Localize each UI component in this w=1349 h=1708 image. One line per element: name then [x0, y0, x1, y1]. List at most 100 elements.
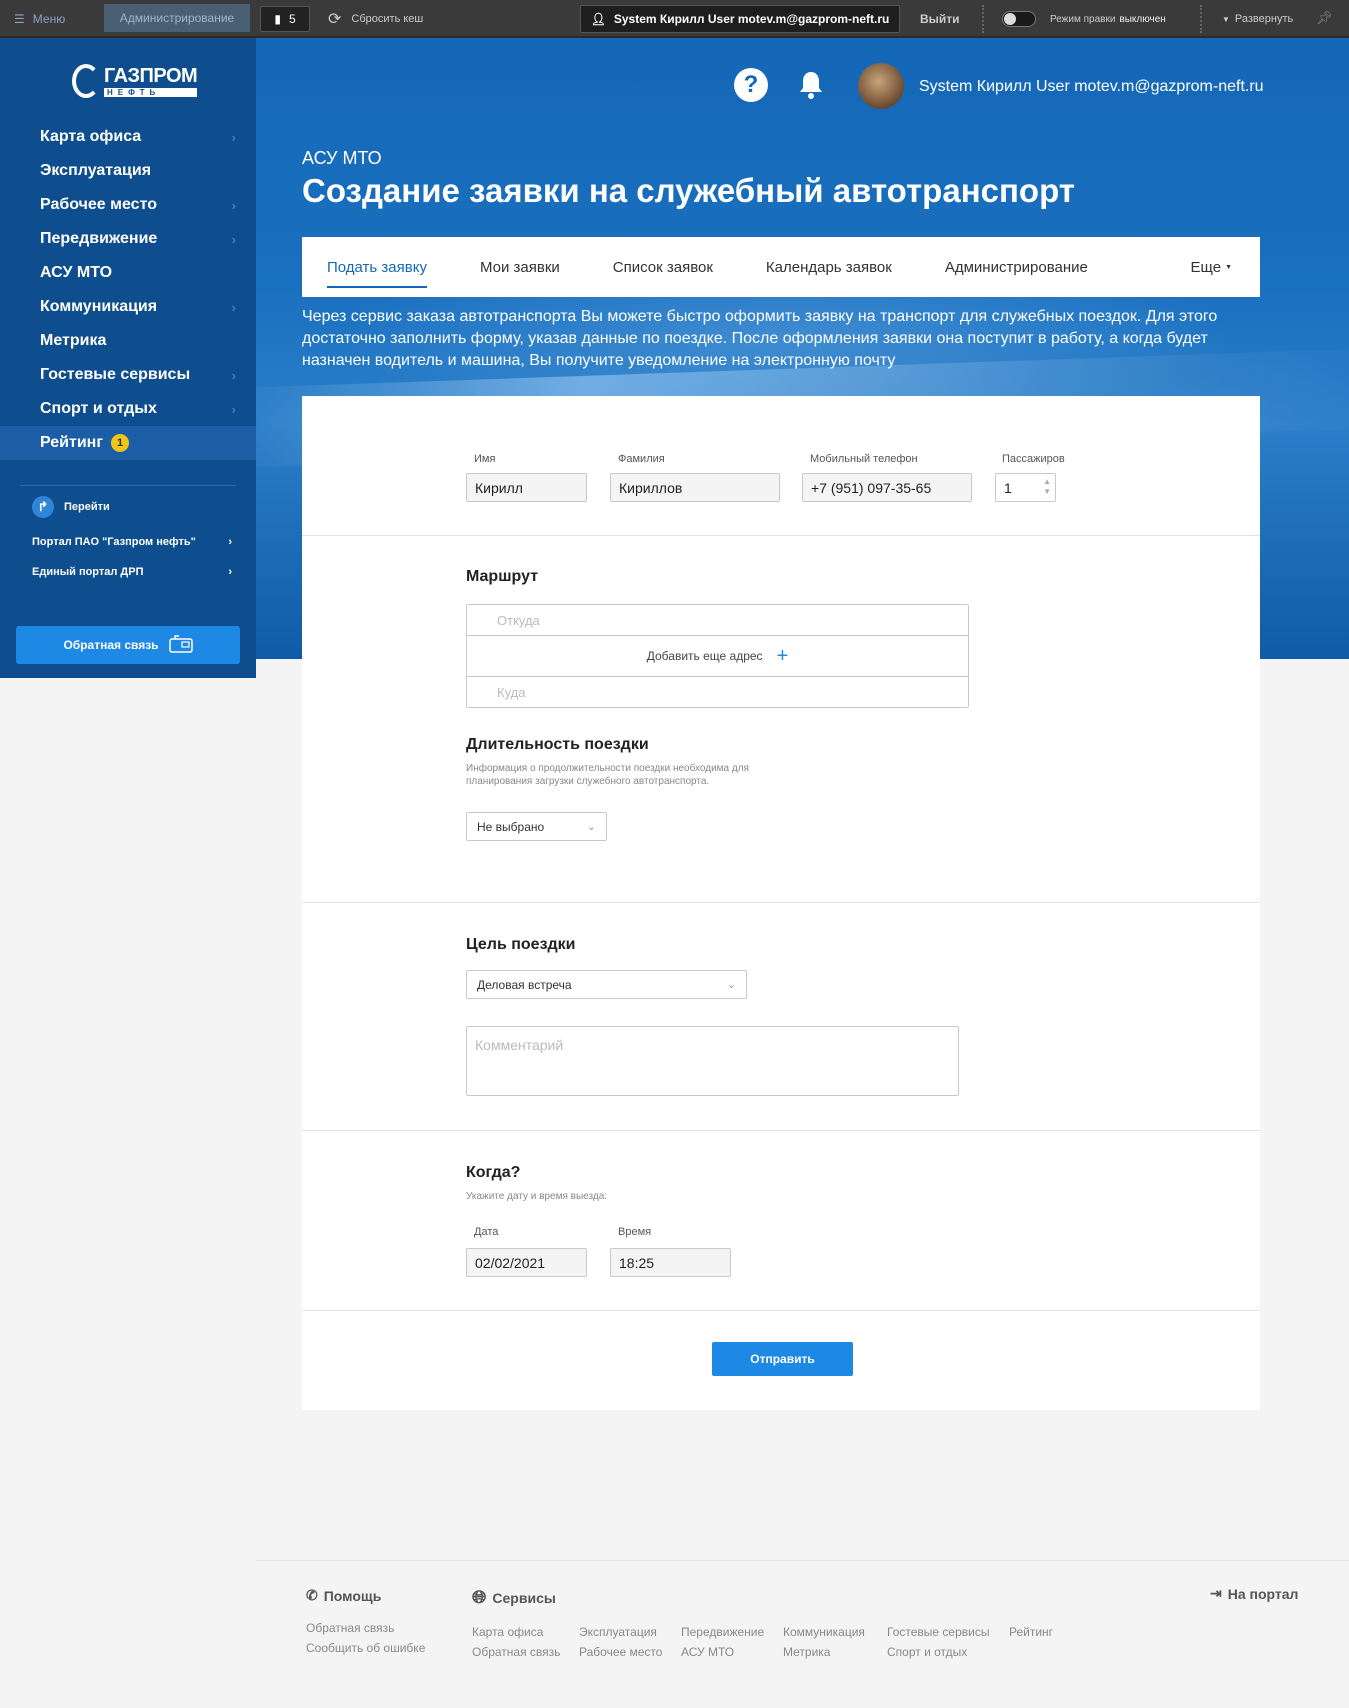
- tab-request-calendar[interactable]: Календарь заявок: [766, 237, 892, 297]
- user-button[interactable]: 👤︎ System Кирилл User motev.m@gazprom-ne…: [580, 5, 900, 33]
- footer-help-label: Помощь: [323, 1587, 382, 1604]
- to-portal-label: На портал: [1227, 1585, 1299, 1602]
- edit-mode-state: выключен: [1119, 13, 1166, 25]
- gazprom-logo[interactable]: ГАЗПРОМ НЕФТЬ: [72, 60, 198, 102]
- logout-button[interactable]: Выйти: [920, 0, 960, 38]
- chevron-right-icon: ›: [228, 536, 232, 548]
- help-icon[interactable]: ?: [734, 68, 768, 102]
- expand-button[interactable]: ▼ Развернуть: [1222, 0, 1293, 38]
- sidebar-link-drp-portal[interactable]: Единый портал ДРП ›: [32, 566, 232, 578]
- to-input[interactable]: Куда: [467, 677, 968, 707]
- duration-select[interactable]: Не выбрано ⌄: [466, 812, 607, 841]
- footer-link[interactable]: Сообщить об ошибке: [306, 1641, 425, 1655]
- sidebar-item-transport[interactable]: Передвижение ›: [0, 222, 256, 256]
- reset-cache-button[interactable]: ⟳ Сбросить кеш: [328, 0, 423, 38]
- purpose-value: Деловая встреча: [477, 977, 572, 992]
- footer-link[interactable]: Обратная связь: [306, 1621, 394, 1635]
- footer-link[interactable]: Коммуникация: [783, 1625, 865, 1639]
- duration-hint: Информация о продолжительности поездки н…: [466, 763, 749, 787]
- last-name-label: Фамилия: [618, 453, 665, 465]
- footer-link[interactable]: Гостевые сервисы: [887, 1625, 989, 1639]
- sidebar-item-label: Рабочее место: [40, 196, 157, 213]
- flame-logo-icon: [72, 64, 100, 98]
- expand-label: Развернуть: [1234, 13, 1294, 25]
- pin-icon[interactable]: 📌︎: [1316, 10, 1333, 26]
- mailbox-icon: [168, 634, 193, 656]
- chevron-right-icon: ›: [231, 367, 236, 383]
- breadcrumb[interactable]: АСУ МТО: [302, 148, 382, 169]
- notifications-counter[interactable]: ▮ 5: [260, 6, 310, 32]
- sidebar-item-rating[interactable]: Рейтинг 1: [0, 426, 256, 460]
- sidebar-item-operation[interactable]: Эксплуатация: [0, 154, 256, 188]
- footer-link[interactable]: Рейтинг: [1009, 1625, 1053, 1639]
- when-title: Когда?: [466, 1164, 521, 1181]
- passengers-stepper[interactable]: 1 ▲ ▼: [995, 473, 1056, 502]
- duration-title: Длительность поездки: [466, 736, 649, 753]
- bell-icon[interactable]: [794, 68, 828, 102]
- user-label: System Кирилл User motev.m@gazprom-neft.…: [613, 12, 890, 26]
- menu-button[interactable]: ☰ Меню: [14, 0, 65, 38]
- rating-badge: 1: [111, 433, 130, 452]
- time-label: Время: [618, 1226, 652, 1238]
- footer-link[interactable]: Карта офиса: [472, 1625, 543, 1639]
- to-portal-link[interactable]: ⇥ На портал: [1210, 1585, 1298, 1602]
- edit-mode-toggle[interactable]: [1002, 11, 1036, 27]
- add-address-label: Добавить еще адрес: [646, 649, 763, 663]
- sidebar-item-label: Рейтинг: [40, 434, 104, 452]
- toggle-knob: [1004, 13, 1016, 25]
- footer-link[interactable]: Метрика: [783, 1645, 830, 1659]
- tab-more[interactable]: Еще ▼: [1191, 237, 1232, 297]
- sidebar-item-label: Гостевые сервисы: [40, 366, 191, 383]
- stepper-arrows-icon[interactable]: ▲ ▼: [1043, 477, 1051, 497]
- tab-my-requests[interactable]: Мои заявки: [480, 237, 560, 297]
- route-box: Откуда Добавить еще адрес + Куда: [466, 604, 969, 708]
- go-label: Перейти: [64, 501, 110, 513]
- sidebar-item-asu-mto[interactable]: АСУ МТО: [0, 256, 256, 290]
- chevron-right-icon: ›: [231, 129, 236, 145]
- sidebar-item-office-map[interactable]: Карта офиса ›: [0, 120, 256, 154]
- tab-administration[interactable]: Администрирование: [945, 237, 1088, 297]
- first-name-field[interactable]: Кирилл: [466, 473, 587, 502]
- sidebar: ГАЗПРОМ НЕФТЬ Карта офиса › Эксплуатация …: [0, 38, 256, 678]
- footer-link[interactable]: Передвижение: [681, 1625, 764, 1639]
- submit-button[interactable]: Отправить: [712, 1342, 853, 1376]
- sidebar-item-metrics[interactable]: Метрика: [0, 324, 256, 358]
- sidebar-item-communication[interactable]: Коммуникация ›: [0, 290, 256, 324]
- intro-text: Через сервис заказа автотранспорта Вы мо…: [302, 308, 1218, 369]
- from-input[interactable]: Откуда: [467, 605, 968, 636]
- comment-textarea[interactable]: Комментарий: [466, 1026, 959, 1096]
- time-field[interactable]: 18:25: [610, 1248, 731, 1277]
- footer-link[interactable]: АСУ МТО: [681, 1645, 734, 1659]
- user-icon: 👤︎: [590, 12, 606, 26]
- footer-link[interactable]: Рабочее место: [579, 1645, 662, 1659]
- tab-submit-request[interactable]: Подать заявку: [327, 237, 427, 297]
- go-section-title: ↱ Перейти: [32, 496, 110, 518]
- link-label: Портал ПАО "Газпром нефть": [32, 536, 196, 548]
- footer-link[interactable]: Спорт и отдых: [887, 1645, 967, 1659]
- avatar[interactable]: [858, 63, 904, 109]
- footer-link[interactable]: Эксплуатация: [579, 1625, 657, 1639]
- sidebar-item-label: Спорт и отдых: [40, 400, 157, 417]
- footer-link[interactable]: Обратная связь: [472, 1645, 560, 1659]
- sidebar-item-guest-services[interactable]: Гостевые сервисы ›: [0, 358, 256, 392]
- admin-button[interactable]: Администрирование: [104, 4, 250, 32]
- top-toolbar: ☰ Меню Администрирование ▮ 5 ⟳ Сбросить …: [0, 0, 1349, 38]
- route-title: Маршрут: [466, 568, 539, 585]
- feedback-button[interactable]: Обратная связь: [16, 626, 240, 664]
- footer-services-label: Сервисы: [492, 1589, 556, 1606]
- last-name-field[interactable]: Кириллов: [610, 473, 780, 502]
- reset-cache-label: Сбросить кеш: [351, 13, 424, 25]
- tab-bar: Подать заявку Мои заявки Список заявок К…: [302, 237, 1260, 297]
- date-field[interactable]: 02/02/2021: [466, 1248, 587, 1277]
- header-user-name[interactable]: System Кирилл User motev.m@gazprom-neft.…: [919, 78, 1264, 96]
- add-address-button[interactable]: Добавить еще адрес +: [467, 636, 968, 677]
- tab-request-list[interactable]: Список заявок: [613, 237, 713, 297]
- sidebar-item-workplace[interactable]: Рабочее место ›: [0, 188, 256, 222]
- sidebar-link-gazprom-portal[interactable]: Портал ПАО "Газпром нефть" ›: [32, 536, 232, 548]
- sidebar-item-sport[interactable]: Спорт и отдых ›: [0, 392, 256, 426]
- phone-field[interactable]: +7 (951) 097-35-65: [802, 473, 972, 502]
- page-title: Создание заявки на служебный автотранспо…: [302, 172, 1075, 209]
- edit-mode-status: Режим правки выключен: [1050, 0, 1166, 38]
- purpose-select[interactable]: Деловая встреча ⌄: [466, 970, 747, 999]
- logo-subtitle: НЕФТЬ: [104, 87, 198, 97]
